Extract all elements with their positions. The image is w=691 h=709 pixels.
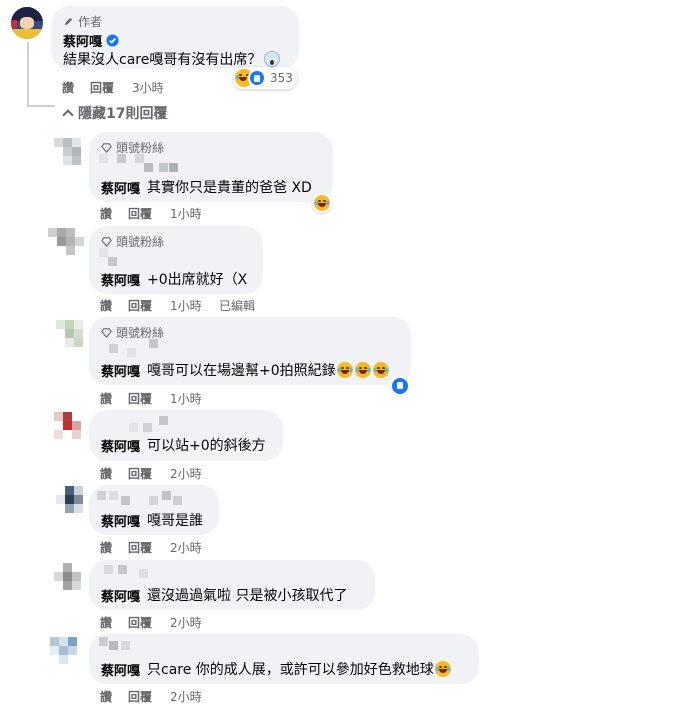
blurred-username xyxy=(129,414,189,432)
blurred-username xyxy=(99,154,179,172)
reply-actions: 讚 回覆 1小時 xyxy=(100,390,202,407)
main-comment-actions: 讚 回覆 3小時 xyxy=(62,79,164,96)
mention-name[interactable]: 蔡阿嘎 xyxy=(101,178,140,197)
author-badge: 作者 xyxy=(78,15,103,29)
reply-avatar[interactable] xyxy=(48,228,84,258)
reply-bubble: 蔡阿嘎 還沒過過氣啦 只是被小孩取代了 xyxy=(89,560,375,610)
timestamp[interactable]: 1小時 xyxy=(170,390,202,407)
reply-bubble: 蔡阿嘎 只care 你的成人展，或許可以參加好色救地球 xyxy=(89,634,479,684)
laughing-emoji-icon xyxy=(354,362,371,378)
reply-bubble: 頭號粉絲 蔡阿嘎 +0出席就好（X xyxy=(89,226,263,294)
diamond-icon xyxy=(101,143,112,153)
mention-name[interactable]: 蔡阿嘎 xyxy=(101,436,140,455)
reply-actions: 讚 回覆 1小時 xyxy=(100,205,202,222)
reply-bubble: 蔡阿嘎 嘎哥是誰 xyxy=(89,485,219,535)
reply-avatar[interactable] xyxy=(56,486,88,518)
timestamp[interactable]: 3小時 xyxy=(132,79,164,96)
edited-label: 已編輯 xyxy=(219,299,256,313)
screaming-face-emoji xyxy=(264,51,281,67)
main-comment-text: 結果沒人care嘎哥有沒有出席？ xyxy=(63,52,262,68)
like-link[interactable]: 讚 xyxy=(100,205,128,222)
like-link[interactable]: 讚 xyxy=(100,297,128,314)
reply-text: 嘎哥可以在場邊幫+0拍照紀錄 xyxy=(147,363,336,379)
blurred-username xyxy=(104,563,154,578)
verified-icon xyxy=(106,34,119,47)
timestamp[interactable]: 2小時 xyxy=(170,614,202,631)
chevron-up-icon xyxy=(62,109,74,121)
reply-text: +0出席就好（X xyxy=(147,272,248,288)
like-link[interactable]: 讚 xyxy=(100,390,128,407)
reply-avatar[interactable] xyxy=(54,138,88,168)
reply-link[interactable]: 回覆 xyxy=(128,614,170,631)
blurred-username xyxy=(97,491,182,505)
timestamp[interactable]: 2小時 xyxy=(170,465,202,482)
reply-link[interactable]: 回覆 xyxy=(128,688,170,705)
mention-name[interactable]: 蔡阿嘎 xyxy=(101,361,140,380)
reaction-count: 353 xyxy=(270,71,293,85)
reply-actions: 讚 回覆 2小時 xyxy=(100,688,202,705)
reply-bubble: 頭號粉絲 蔡阿嘎 其實你只是貴董的爸爸 XD xyxy=(89,132,333,202)
mention-name[interactable]: 蔡阿嘎 xyxy=(101,511,140,530)
mention-name[interactable]: 蔡阿嘎 xyxy=(101,586,140,605)
reply-avatar[interactable] xyxy=(54,563,86,595)
blurred-username xyxy=(99,248,129,266)
author-avatar[interactable] xyxy=(11,7,43,39)
diamond-icon xyxy=(101,237,112,247)
hide-replies-label: 隱藏17則回覆 xyxy=(78,106,168,122)
reply-text: 其實你只是貴董的爸爸 XD xyxy=(147,180,312,196)
laughing-emoji-icon xyxy=(434,661,451,677)
laughing-reaction[interactable] xyxy=(312,193,332,213)
laughing-emoji-icon xyxy=(372,362,389,378)
reply-avatar[interactable] xyxy=(54,412,86,444)
main-comment-bubble: 作者 蔡阿嘎 結果沒人care嘎哥有沒有出席？ xyxy=(51,6,299,69)
reply-text: 只care 你的成人展，或許可以參加好色救地球 xyxy=(147,662,434,678)
laughing-emoji-icon xyxy=(336,362,353,378)
laughing-emoji-icon xyxy=(314,195,330,211)
reply-text: 還沒過過氣啦 只是被小孩取代了 xyxy=(147,588,348,604)
reply-avatar[interactable] xyxy=(50,637,86,669)
mention-name[interactable]: 蔡阿嘎 xyxy=(101,270,140,289)
hide-replies-button[interactable]: 隱藏17則回覆 xyxy=(62,103,168,123)
reply-link[interactable]: 回覆 xyxy=(90,79,132,96)
timestamp[interactable]: 1小時 xyxy=(170,297,219,314)
reply-actions: 讚 回覆 2小時 xyxy=(100,614,202,631)
reaction-summary[interactable]: 353 xyxy=(233,67,297,89)
like-link[interactable]: 讚 xyxy=(100,688,128,705)
like-link[interactable]: 讚 xyxy=(100,465,128,482)
like-link[interactable]: 讚 xyxy=(62,79,90,96)
like-link[interactable]: 讚 xyxy=(100,614,128,631)
thread-line xyxy=(27,105,55,107)
like-reaction[interactable] xyxy=(390,376,410,396)
blurred-username xyxy=(99,637,139,651)
blurred-username xyxy=(99,339,169,357)
timestamp[interactable]: 2小時 xyxy=(170,688,202,705)
reply-link[interactable]: 回覆 xyxy=(128,539,170,556)
reply-avatar[interactable] xyxy=(56,320,88,352)
diamond-icon xyxy=(101,328,112,338)
reply-bubble: 蔡阿嘎 可以站+0的斜後方 xyxy=(89,410,283,461)
reply-link[interactable]: 回覆 xyxy=(128,205,170,222)
like-icon xyxy=(248,69,266,87)
reply-link[interactable]: 回覆 xyxy=(128,297,170,314)
pencil-icon xyxy=(64,17,73,26)
reply-text: 可以站+0的斜後方 xyxy=(147,438,266,454)
reply-actions: 讚 回覆 2小時 xyxy=(100,539,202,556)
reply-actions: 讚 回覆 1小時 已編輯 xyxy=(100,297,255,314)
thread-line xyxy=(27,42,29,107)
like-link[interactable]: 讚 xyxy=(100,539,128,556)
reply-actions: 讚 回覆 2小時 xyxy=(100,465,202,482)
mention-name[interactable]: 蔡阿嘎 xyxy=(101,660,140,679)
reply-text: 嘎哥是誰 xyxy=(147,513,204,529)
timestamp[interactable]: 2小時 xyxy=(170,539,202,556)
timestamp[interactable]: 1小時 xyxy=(170,205,202,222)
reply-link[interactable]: 回覆 xyxy=(128,465,170,482)
reply-link[interactable]: 回覆 xyxy=(128,390,170,407)
reply-bubble: 頭號粉絲 蔡阿嘎 嘎哥可以在場邊幫+0拍照紀錄 xyxy=(89,317,411,385)
author-name[interactable]: 蔡阿嘎 xyxy=(63,31,102,50)
